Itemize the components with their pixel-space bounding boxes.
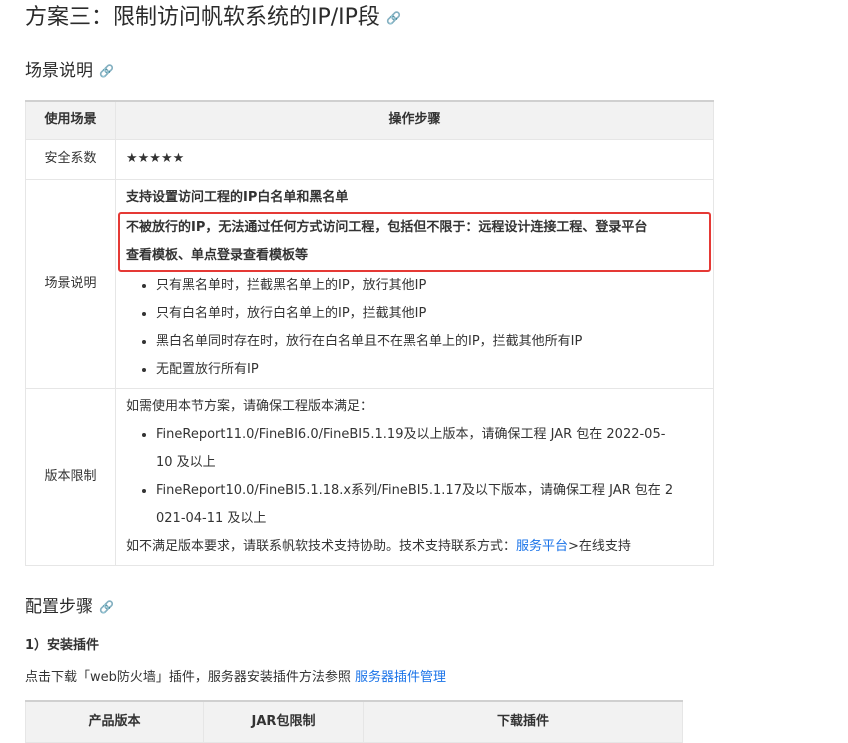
version-bullet-2-line-2: 021-04-11 及以上 [156,510,267,526]
row-label-safety: 安全系数 [25,138,116,180]
step-title: 1）安装插件 [25,638,100,653]
section-heading-scene-text: 场景说明 [25,61,93,81]
link-icon[interactable]: 🔗 [99,64,114,78]
version-intro: 如需使用本节方案，请确保工程版本满足： [126,398,374,414]
section-heading-config: 配置步骤 🔗 [25,595,114,619]
scene-content: 支持设置访问工程的IP白名单和黑名单 不被放行的IP，无法通过任何方式访问工程，… [115,178,714,389]
list-item: 黑白名单同时存在时，放行在白名单且不在黑名单上的IP，拦截其他所有IP [156,328,703,356]
link-icon[interactable]: 🔗 [99,600,114,614]
version-bullet-1-line-1: FineReport11.0/FineBI6.0/FineBI5.1.19及以上… [156,426,666,442]
list-item: FineReport10.0/FineBI5.1.18.x系列/FineBI5.… [156,477,703,533]
plugin-table: 产品版本 JAR包限制 下载插件 [25,700,683,743]
scene-bullet-list: 只有黑名单时，拦截黑名单上的IP，放行其他IP 只有白名单时，放行白名单上的IP… [126,272,703,384]
page-title: 方案三：限制访问帆软系统的IP/IP段 🔗 [25,2,401,34]
scene-intro: 支持设置访问工程的IP白名单和黑名单 [126,189,349,205]
plugin-management-link[interactable]: 服务器插件管理 [355,670,446,685]
version-bullet-2-line-1: FineReport10.0/FineBI5.1.18.x系列/FineBI5.… [156,482,674,498]
version-bullet-list: FineReport11.0/FineBI6.0/FineBI5.1.19及以上… [126,421,703,533]
scene-table: 使用场景 操作步骤 安全系数 ★★★★★ 场景说明 支持设置访问工程的IP白名单… [25,100,714,566]
highlight-line-2: 查看模板、单点登录查看模板等 [126,247,309,263]
table-header-scenario: 使用场景 [25,100,116,140]
highlight-line-1: 不被放行的IP，无法通过任何方式访问工程，包括但不限于：远程设计连接工程、登录平… [126,219,648,235]
highlight-box: 不被放行的IP，无法通过任何方式访问工程，包括但不限于：远程设计连接工程、登录平… [118,211,711,272]
row-label-scene: 场景说明 [25,178,116,389]
version-footer-tail: >在线支持 [568,538,631,554]
list-item: 只有黑名单时，拦截黑名单上的IP，放行其他IP [156,272,703,300]
version-footer: 如不满足版本要求，请联系帆软技术支持协助。技术支持联系方式：服务平台>在线支持 [126,533,703,561]
table-header-download: 下载插件 [363,700,683,743]
table-header-product-version: 产品版本 [25,700,204,743]
section-heading-config-text: 配置步骤 [25,597,93,617]
version-content: 如需使用本节方案，请确保工程版本满足： FineReport11.0/FineB… [115,387,714,566]
version-footer-text: 如不满足版本要求，请联系帆软技术支持协助。技术支持联系方式： [126,538,517,554]
safety-rating: ★★★★★ [115,138,714,180]
list-item: FineReport11.0/FineBI6.0/FineBI5.1.19及以上… [156,421,703,477]
version-bullet-1-line-2: 10 及以上 [156,454,216,470]
service-platform-link[interactable]: 服务平台 [516,539,568,554]
step-text: 点击下载「web防火墙」插件，服务器安装插件方法参照 服务器插件管理 [25,666,446,685]
step-text-body: 点击下载「web防火墙」插件，服务器安装插件方法参照 [25,670,356,685]
list-item: 无配置放行所有IP [156,356,703,384]
table-header-jar-limit: JAR包限制 [203,700,364,743]
table-header-steps: 操作步骤 [115,100,714,140]
list-item: 只有白名单时，放行白名单上的IP，拦截其他IP [156,300,703,328]
row-label-version: 版本限制 [25,387,116,566]
link-icon[interactable]: 🔗 [386,11,401,25]
page-title-text: 方案三：限制访问帆软系统的IP/IP段 [25,5,380,30]
section-heading-scene: 场景说明 🔗 [25,59,114,83]
